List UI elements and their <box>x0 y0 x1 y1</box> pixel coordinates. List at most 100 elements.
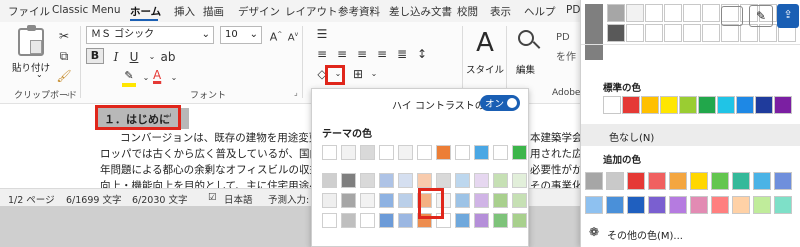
no-color-row[interactable]: 色なし(N) <box>581 124 800 146</box>
palette-icon[interactable]: ❁ <box>589 225 599 239</box>
color-swatch[interactable] <box>753 172 771 190</box>
color-swatch[interactable] <box>669 172 687 190</box>
format-painter-icon[interactable]: 🖌 <box>56 68 72 84</box>
color-swatch[interactable] <box>585 172 603 190</box>
shade-color-swatch[interactable] <box>493 213 508 228</box>
color-swatch[interactable] <box>736 96 754 114</box>
shade-color-swatch[interactable] <box>322 193 337 208</box>
theme-color-swatch[interactable] <box>417 145 432 160</box>
shade-color-swatch[interactable] <box>360 193 375 208</box>
font-launcher-icon[interactable]: ⌟ <box>294 88 298 97</box>
color-swatch[interactable] <box>645 4 663 22</box>
pdf-label-2[interactable]: を作 <box>556 48 576 63</box>
color-swatch[interactable] <box>627 196 645 214</box>
comment-icon[interactable] <box>721 6 743 26</box>
theme-color-swatch[interactable] <box>341 145 356 160</box>
shade-color-swatch[interactable] <box>379 173 394 188</box>
theme-color-swatch[interactable] <box>436 145 451 160</box>
paste-label[interactable]: 貼り付け <box>12 60 50 74</box>
color-swatch[interactable] <box>606 172 624 190</box>
tab-classic-menu[interactable]: Classic Menu <box>52 4 120 16</box>
color-swatch[interactable] <box>627 172 645 190</box>
color-swatch[interactable] <box>669 196 687 214</box>
chevron-down-icon[interactable]: ⌄ <box>144 49 160 65</box>
shade-color-swatch[interactable] <box>341 193 356 208</box>
styles-label[interactable]: スタイル <box>466 62 504 76</box>
color-swatch[interactable] <box>622 96 640 114</box>
tab-draw[interactable]: 描画 <box>203 4 224 19</box>
styles-icon[interactable]: A <box>470 28 500 58</box>
color-swatch[interactable] <box>721 24 739 42</box>
color-swatch[interactable] <box>683 4 701 22</box>
shade-color-swatch[interactable] <box>398 193 413 208</box>
paste-icon[interactable] <box>18 25 44 56</box>
high-contrast-toggle[interactable]: オン <box>480 95 520 111</box>
theme-color-swatch[interactable] <box>360 145 375 160</box>
pen-icon[interactable]: ✎ <box>749 5 773 27</box>
color-swatch[interactable] <box>607 24 625 42</box>
shade-color-swatch[interactable] <box>512 173 527 188</box>
theme-color-swatch[interactable] <box>512 145 527 160</box>
color-swatch[interactable] <box>753 196 771 214</box>
shade-color-swatch[interactable] <box>512 213 527 228</box>
grow-font-icon[interactable]: A^ <box>268 27 284 44</box>
shade-color-swatch[interactable] <box>455 173 470 188</box>
shade-color-swatch[interactable] <box>455 193 470 208</box>
align-right-icon[interactable]: ≡ <box>354 46 370 62</box>
pdf-label[interactable]: PD <box>556 32 570 43</box>
color-swatch[interactable] <box>585 196 603 214</box>
editing-label[interactable]: 編集 <box>516 62 535 76</box>
cut-icon[interactable]: ✂ <box>56 28 72 44</box>
justify-icon[interactable]: ≡ <box>374 46 390 62</box>
shade-color-swatch[interactable] <box>360 213 375 228</box>
clipboard-launcher-icon[interactable]: ⌟ <box>66 88 70 97</box>
shade-color-swatch[interactable] <box>341 173 356 188</box>
tab-design[interactable]: デザイン <box>238 4 280 19</box>
shade-color-swatch[interactable] <box>493 173 508 188</box>
shade-color-swatch[interactable] <box>398 213 413 228</box>
theme-color-swatch[interactable] <box>379 145 394 160</box>
shade-color-swatch[interactable] <box>398 173 413 188</box>
search-icon[interactable] <box>518 30 534 46</box>
color-swatch[interactable] <box>755 96 773 114</box>
color-swatch[interactable] <box>690 196 708 214</box>
color-swatch[interactable] <box>626 4 644 22</box>
shade-color-swatch[interactable] <box>417 173 432 188</box>
tab-review[interactable]: 校閲 <box>457 4 478 19</box>
shade-color-swatch[interactable] <box>322 213 337 228</box>
color-swatch[interactable] <box>679 96 697 114</box>
line-spacing-icon[interactable]: ↕ <box>414 46 430 62</box>
bullets-icon[interactable]: ☰ <box>314 26 330 42</box>
tab-mailings[interactable]: 差し込み文書 <box>389 4 452 19</box>
shade-color-swatch[interactable] <box>474 193 489 208</box>
tab-references[interactable]: 参考資料 <box>338 4 380 19</box>
page-count[interactable]: 1/2 ページ <box>8 192 55 206</box>
theme-color-swatch[interactable] <box>398 145 413 160</box>
shade-color-swatch[interactable] <box>493 193 508 208</box>
color-swatch[interactable] <box>683 24 701 42</box>
tab-insert[interactable]: 挿入 <box>174 4 195 19</box>
strikethrough-icon[interactable]: ab <box>160 49 176 65</box>
char-count[interactable]: 6/2030 文字 <box>132 192 187 206</box>
paste-dropdown-icon[interactable]: ⌄ <box>36 70 43 79</box>
color-swatch[interactable] <box>711 172 729 190</box>
color-swatch[interactable] <box>626 24 644 42</box>
color-swatch[interactable] <box>641 96 659 114</box>
theme-color-swatch[interactable] <box>455 145 470 160</box>
theme-color-swatch[interactable] <box>322 145 337 160</box>
color-swatch[interactable] <box>603 96 621 114</box>
proofing-icon[interactable]: ☑ <box>208 192 217 203</box>
shade-color-swatch[interactable] <box>455 213 470 228</box>
shade-color-swatch[interactable] <box>360 173 375 188</box>
word-count[interactable]: 6/1699 文字 <box>66 192 121 206</box>
tab-home[interactable]: ホーム <box>130 4 161 19</box>
tab-layout[interactable]: レイアウト <box>285 4 338 19</box>
shrink-font-icon[interactable]: Av <box>285 27 301 43</box>
color-swatch[interactable] <box>702 4 720 22</box>
shade-color-swatch[interactable] <box>322 173 337 188</box>
shade-color-swatch[interactable] <box>474 173 489 188</box>
color-swatch[interactable] <box>660 96 678 114</box>
shade-color-swatch[interactable] <box>436 173 451 188</box>
color-swatch[interactable] <box>664 4 682 22</box>
color-swatch[interactable] <box>717 96 735 114</box>
